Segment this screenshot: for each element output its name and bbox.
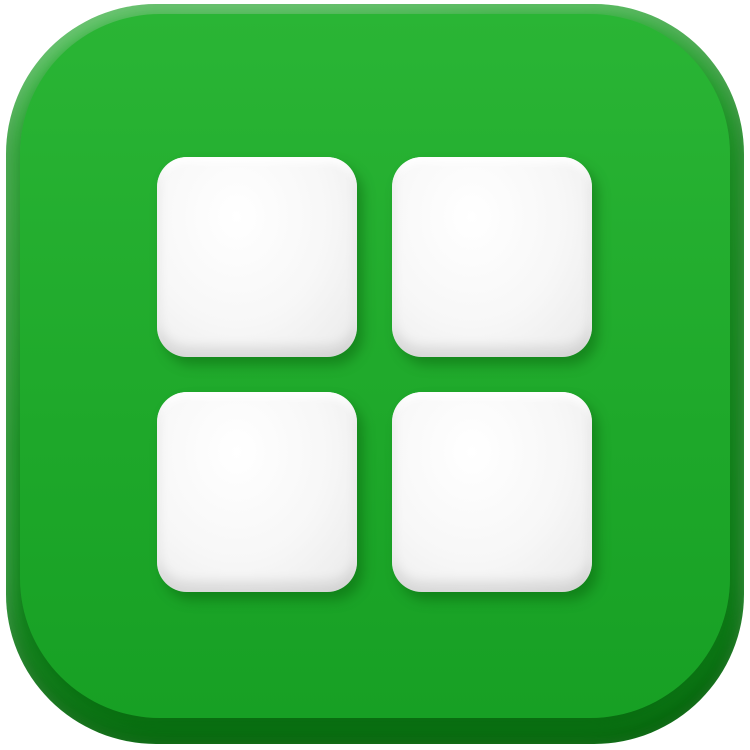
grid-cell-top-right bbox=[392, 157, 592, 357]
grid-cell-bottom-right bbox=[392, 392, 592, 592]
icon-canvas bbox=[0, 0, 750, 750]
grid-cell-bottom-left bbox=[157, 392, 357, 592]
icon-face bbox=[20, 14, 730, 718]
grid-cell-top-left bbox=[157, 157, 357, 357]
app-grid-icon[interactable] bbox=[6, 4, 744, 744]
